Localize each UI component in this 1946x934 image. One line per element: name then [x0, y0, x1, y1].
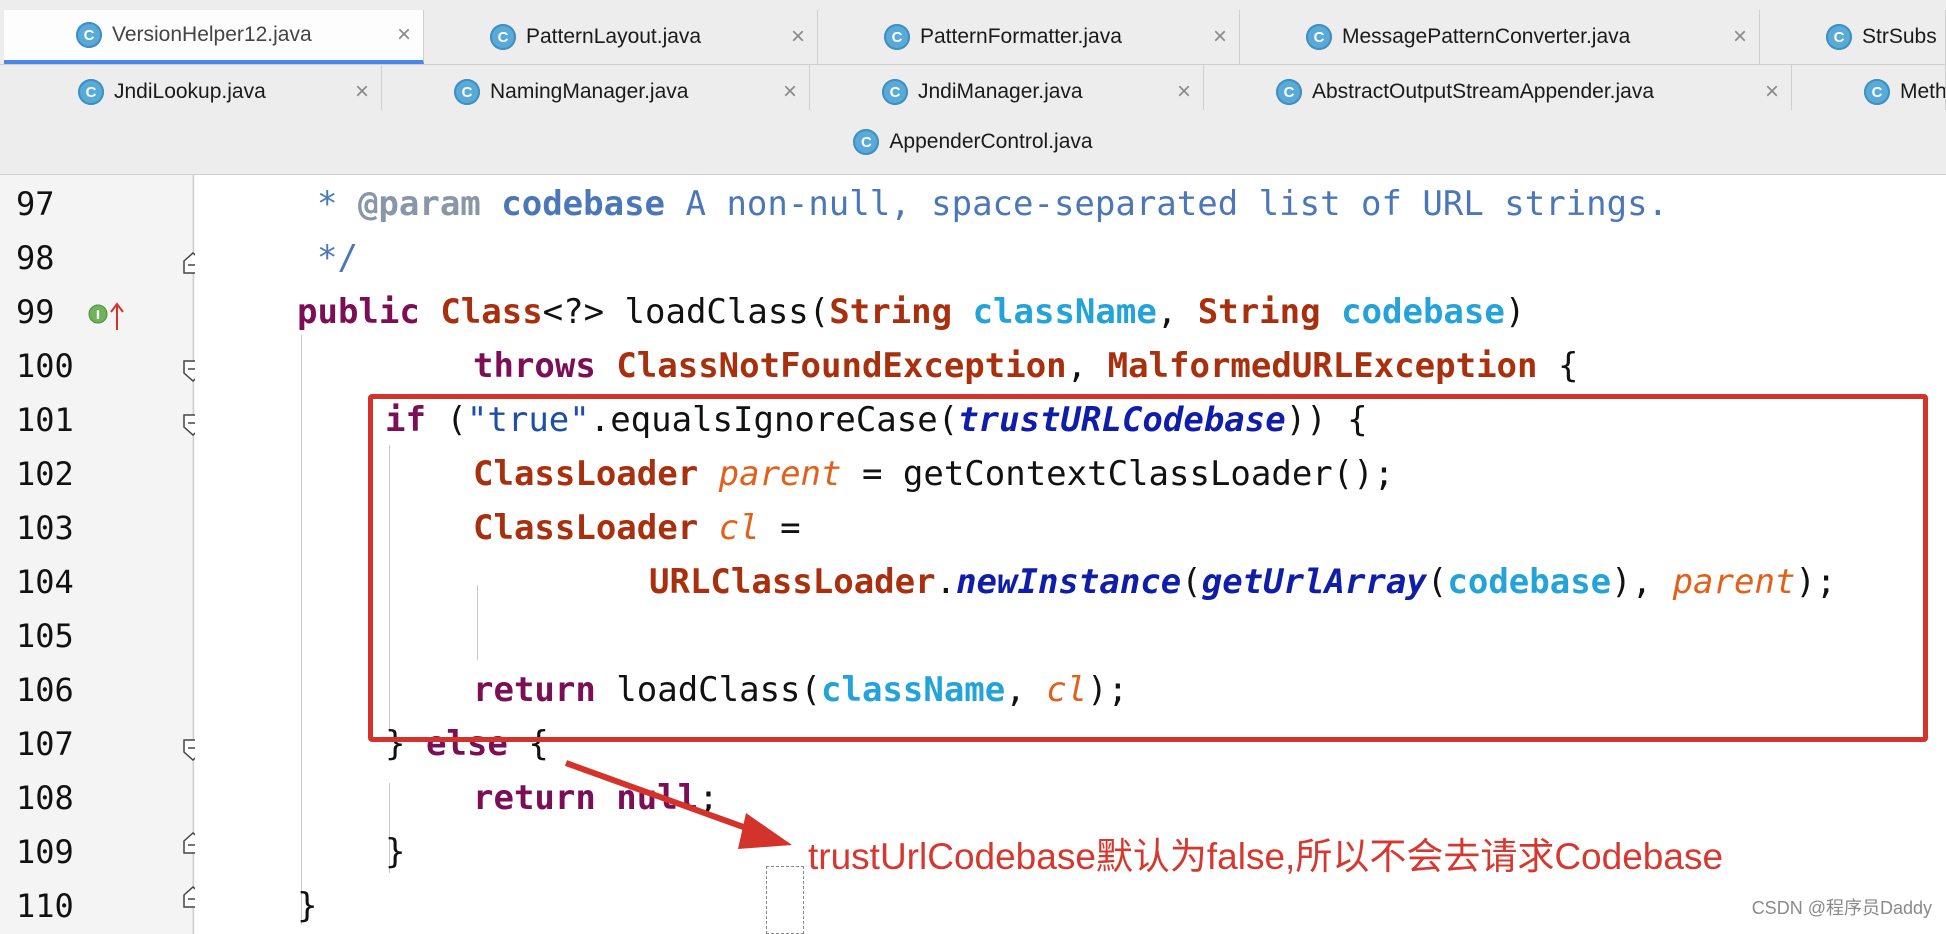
- tab-patternlayout[interactable]: C PatternLayout.java ×: [424, 10, 818, 64]
- close-icon[interactable]: ×: [355, 78, 369, 106]
- tab-label: AppenderControl.java: [889, 130, 1093, 153]
- java-class-icon: C: [1864, 79, 1890, 105]
- code-line-110: }: [297, 886, 318, 926]
- editor-tab-bar: C VersionHelper12.java × C PatternLayout…: [0, 0, 1946, 175]
- close-icon[interactable]: ×: [791, 23, 805, 51]
- tab-label: NamingManager.java: [490, 80, 689, 103]
- tab-label: JndiLookup.java: [114, 80, 266, 103]
- implements-method-icon[interactable]: I: [88, 300, 128, 332]
- java-class-icon: C: [490, 24, 516, 50]
- java-class-icon: C: [853, 129, 880, 155]
- tab-label: PatternFormatter.java: [920, 25, 1122, 48]
- java-class-icon: C: [78, 79, 104, 105]
- java-class-icon: C: [454, 79, 480, 105]
- indent-guide: [301, 335, 302, 925]
- fold-markers: [183, 175, 203, 934]
- close-icon[interactable]: ×: [397, 21, 411, 49]
- tab-label: StrSubs: [1862, 25, 1937, 48]
- java-class-icon: C: [884, 24, 910, 50]
- tab-label: JndiManager.java: [918, 80, 1083, 103]
- close-icon[interactable]: ×: [1765, 78, 1779, 106]
- watermark: CSDN @程序员Daddy: [1751, 898, 1932, 918]
- code-line-99: public Class<?> loadClass(String classNa…: [297, 292, 1526, 332]
- tab-row-3: C AppenderControl.java: [0, 110, 1946, 175]
- svg-text:I: I: [96, 308, 100, 322]
- java-abstract-class-icon: C: [1276, 79, 1302, 105]
- code-line-100: throws ClassNotFoundException, Malformed…: [473, 346, 1579, 386]
- highlight-box: [368, 394, 1928, 742]
- tab-patternformatter[interactable]: C PatternFormatter.java ×: [818, 10, 1240, 64]
- java-class-icon: C: [76, 22, 102, 48]
- tab-label: VersionHelper12.java: [112, 23, 312, 46]
- annotation-text: trustUrlCodebase默认为false,所以不会去请求Codebase: [808, 836, 1724, 877]
- tab-label: AbstractOutputStreamAppender.java: [1312, 80, 1655, 103]
- annotation-arrow: [564, 760, 792, 849]
- code-line-109: }: [385, 832, 406, 872]
- tab-row-1: C VersionHelper12.java × C PatternLayout…: [0, 10, 1946, 65]
- code-line-97: * @param codebase A non-null, space-sepa…: [317, 184, 1669, 224]
- tab-messagepatternconverter[interactable]: C MessagePatternConverter.java ×: [1240, 10, 1760, 64]
- java-class-icon: C: [882, 79, 908, 105]
- java-class-icon: C: [1826, 24, 1852, 50]
- tab-strsubs[interactable]: C StrSubs: [1760, 10, 1946, 64]
- text-cursor-box: [766, 866, 804, 934]
- tab-label: PatternLayout.java: [526, 25, 702, 48]
- code-line-98: */: [317, 238, 358, 278]
- close-icon[interactable]: ×: [1213, 23, 1227, 51]
- tab-label: Meth: [1900, 80, 1946, 103]
- java-class-icon: C: [1306, 24, 1332, 50]
- close-icon[interactable]: ×: [1733, 23, 1747, 51]
- close-icon[interactable]: ×: [783, 78, 797, 106]
- close-icon[interactable]: ×: [1177, 78, 1191, 106]
- tab-label: MessagePatternConverter.java: [1342, 25, 1631, 48]
- tab-appendercontrol[interactable]: C AppenderControl.java: [853, 129, 1093, 155]
- tab-versionhelper12[interactable]: C VersionHelper12.java ×: [4, 10, 424, 64]
